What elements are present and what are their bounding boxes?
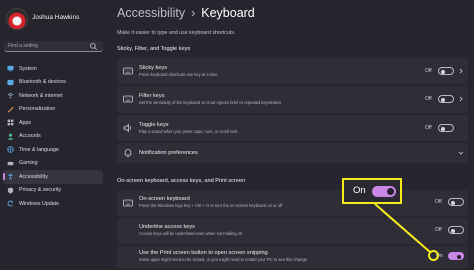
sidebar-item-privacy-security[interactable]: Privacy & security: [0, 184, 106, 198]
notification-preferences-title: Notification preferences: [139, 150, 198, 156]
sticky-keys-row[interactable]: Sticky keys Press keyboard shortcuts one…: [117, 58, 468, 84]
person-icon: [7, 133, 14, 140]
toggle-keys-toggle[interactable]: [438, 124, 454, 132]
user-profile[interactable]: Joshua Hawkins: [6, 8, 106, 34]
bell-icon: [124, 149, 132, 158]
sidebar-item-label: Time & language: [19, 146, 59, 153]
sidebar-item-label: Privacy & security: [19, 187, 62, 194]
sticky-keys-state: Off: [425, 68, 432, 74]
page-subtitle: Make it easier to type and use keyboard …: [117, 30, 236, 36]
breadcrumb-parent[interactable]: Accessibility: [117, 6, 185, 20]
sidebar-item-time-language[interactable]: Time & language: [0, 143, 106, 157]
sticky-keys-description: Press keyboard shortcuts one key at a ti…: [139, 72, 218, 77]
monitor-icon: [7, 66, 14, 72]
sidebar-item-windows-update[interactable]: Windows Update: [0, 197, 106, 211]
search-icon: [90, 43, 97, 50]
print-screen-title: Use the Print screen button to open scre…: [139, 250, 268, 256]
search-input[interactable]: Find a setting: [8, 43, 38, 49]
print-screen-row[interactable]: Use the Print screen button to open scre…: [117, 246, 468, 268]
keyboard-icon: [123, 199, 133, 207]
filter-keys-toggle[interactable]: [438, 95, 454, 103]
onscreen-keyboard-title: On-screen keyboard: [139, 196, 190, 202]
search-box[interactable]: Find a setting: [4, 41, 103, 52]
update-icon: [7, 200, 14, 207]
filter-keys-title: Filter keys: [139, 93, 165, 99]
toggle-keys-row[interactable]: Toggle keys Play a sound when you press …: [117, 115, 468, 141]
sidebar-item-label: Bluetooth & devices: [19, 79, 66, 86]
section-title-onscreen: On-screen keyboard, access keys, and Pri…: [117, 178, 246, 184]
notification-preferences-row[interactable]: Notification preferences: [117, 143, 468, 163]
sidebar-item-accessibility[interactable]: Accessibility: [3, 170, 103, 184]
brush-icon: [7, 106, 14, 113]
sidebar-item-network[interactable]: Network & internet: [0, 89, 106, 103]
breadcrumb: Accessibility › Keyboard: [117, 6, 255, 20]
underline-access-keys-title: Underline access keys: [139, 224, 195, 230]
sidebar-item-label: Gaming: [19, 160, 38, 167]
toggle-keys-title: Toggle keys: [139, 122, 169, 128]
filter-keys-description: Set the sensitivity of the keyboard so i…: [139, 100, 281, 105]
avatar: [6, 8, 28, 30]
underline-access-keys-description: Access keys will be underlined even when…: [139, 231, 243, 236]
sidebar-item-label: Accessibility: [19, 173, 48, 180]
onscreen-keyboard-row[interactable]: On-screen keyboard Press the Windows log…: [117, 190, 468, 216]
keyboard-icon: [123, 95, 133, 103]
bluetooth-icon: [7, 79, 14, 85]
settings-window: Joshua Hawkins Find a setting System Blu…: [0, 0, 474, 270]
wifi-icon: [7, 93, 14, 99]
sidebar-item-system[interactable]: System: [0, 62, 106, 76]
keyboard-icon: [123, 67, 133, 75]
sticky-keys-toggle[interactable]: [438, 67, 454, 75]
sidebar: Joshua Hawkins Find a setting System Blu…: [0, 0, 106, 270]
breadcrumb-separator: ›: [191, 6, 196, 20]
sidebar-item-gaming[interactable]: Gaming: [0, 157, 106, 171]
toggle-keys-description: Play a sound when you press caps, num, o…: [139, 129, 238, 134]
user-name: Joshua Hawkins: [32, 14, 80, 21]
filter-keys-state: Off: [425, 96, 432, 102]
onscreen-keyboard-state: Off: [435, 199, 442, 205]
sidebar-item-label: System: [19, 65, 37, 72]
sidebar-item-accounts[interactable]: Accounts: [0, 130, 106, 144]
toggle-keys-state: Off: [425, 125, 432, 131]
speaker-icon: [123, 123, 131, 133]
section-title-sticky-filter-toggle: Sticky, Filter, and Toggle keys: [117, 46, 191, 52]
page-title: Keyboard: [201, 6, 255, 20]
underline-access-keys-state: Off: [435, 227, 442, 233]
highlight-circle: [428, 250, 439, 261]
sidebar-item-bluetooth[interactable]: Bluetooth & devices: [0, 76, 106, 90]
chevron-down-icon[interactable]: [458, 150, 464, 156]
zoom-callout: On: [342, 178, 402, 204]
underline-access-keys-toggle[interactable]: [448, 226, 464, 234]
gamepad-icon: [7, 161, 14, 165]
shield-icon: [7, 187, 14, 194]
sidebar-item-label: Personalization: [19, 106, 56, 113]
main-content: Accessibility › Keyboard Make it easier to…: [106, 0, 474, 270]
print-screen-description: Some apps might need to be closed, or yo…: [139, 257, 307, 262]
callout-toggle: [372, 186, 396, 197]
sidebar-item-label: Windows Update: [19, 200, 60, 207]
print-screen-toggle[interactable]: [448, 252, 464, 260]
sidebar-item-apps[interactable]: Apps: [0, 116, 106, 130]
underline-access-keys-row[interactable]: Underline access keys Access keys will b…: [117, 218, 468, 244]
sidebar-item-label: Network & internet: [19, 92, 63, 99]
sidebar-item-label: Apps: [19, 119, 32, 126]
onscreen-keyboard-toggle[interactable]: [448, 198, 464, 206]
onscreen-keyboard-description: Press the Windows logo key + Ctrl + O to…: [139, 203, 283, 208]
callout-label: On: [353, 185, 366, 196]
sidebar-item-personalization[interactable]: Personalization: [0, 103, 106, 117]
chevron-right-icon[interactable]: [458, 68, 464, 74]
filter-keys-row[interactable]: Filter keys Set the sensitivity of the k…: [117, 86, 468, 113]
accessibility-icon: [8, 173, 13, 180]
globe-icon: [7, 146, 14, 153]
sidebar-nav: System Bluetooth & devices Network & int…: [0, 62, 106, 211]
sticky-keys-title: Sticky keys: [139, 65, 167, 71]
apps-icon: [7, 119, 14, 126]
chevron-right-icon[interactable]: [458, 96, 464, 102]
sidebar-item-label: Accounts: [19, 133, 41, 140]
